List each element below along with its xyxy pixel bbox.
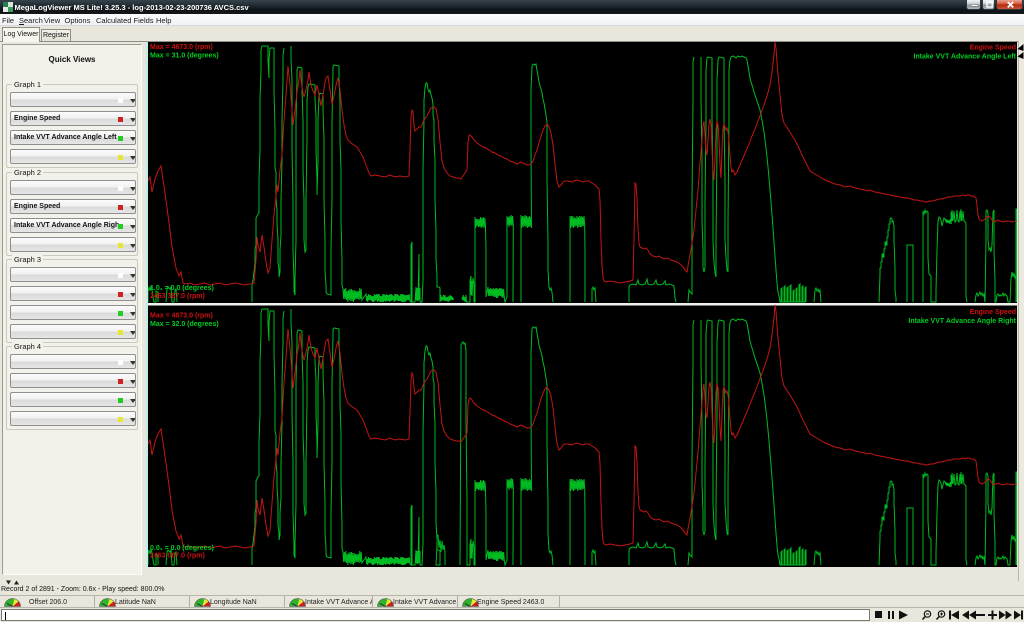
svg-text:1.0₁ = 0.0 (degrees): 1.0₁ = 0.0 (degrees) <box>150 285 214 292</box>
svg-text:Engine Speed: Engine Speed <box>970 309 1016 316</box>
svg-text:Max = 32.0 (degrees): Max = 32.0 (degrees) <box>150 321 219 328</box>
svg-text:Max = 31.0 (degrees): Max = 31.0 (degrees) <box>150 53 219 60</box>
svg-text:Max = 4673.0 (rpm): Max = 4673.0 (rpm) <box>150 44 213 51</box>
svg-text:Intake VVT Advance Angle Right: Intake VVT Advance Angle Right <box>908 318 1016 325</box>
svg-text:2463 067.0 (rpm): 2463 067.0 (rpm) <box>150 553 205 560</box>
svg-text:Intake VVT Advance Angle Left: Intake VVT Advance Angle Left <box>913 54 1016 61</box>
svg-text:2463 367.0 (rpm): 2463 367.0 (rpm) <box>150 293 205 300</box>
svg-text:Max = 4673.0 (rpm): Max = 4673.0 (rpm) <box>150 313 213 320</box>
svg-text:Engine Speed: Engine Speed <box>970 45 1016 52</box>
svg-text:0.0₁ = 0.0 (degrees): 0.0₁ = 0.0 (degrees) <box>150 545 214 552</box>
